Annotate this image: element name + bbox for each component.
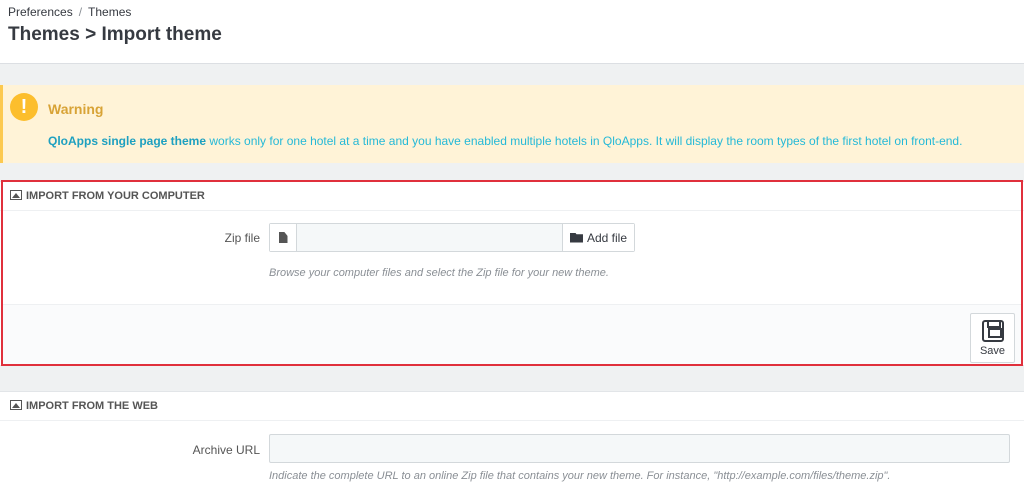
archive-url-label: Archive URL [192,443,260,457]
panel-heading-web: IMPORT FROM THE WEB [0,392,1024,421]
breadcrumb: Preferences / Themes [8,5,131,19]
picture-icon [10,190,22,200]
folder-open-icon [569,232,583,243]
alert-body-text: works only for one hotel at a time and y… [206,134,963,148]
breadcrumb-themes[interactable]: Themes [88,5,131,19]
url-help-text: Indicate the complete URL to an online Z… [269,470,891,482]
panel-footer [2,304,1022,364]
save-label: Save [979,345,1006,357]
panel-heading-computer: IMPORT FROM YOUR COMPUTER [0,182,1024,211]
exclamation-circle-icon: ! [10,93,38,121]
zip-file-label: Zip file [224,231,260,245]
add-file-button[interactable]: Add file [562,224,634,251]
zip-file-name-field[interactable] [297,224,562,251]
save-button[interactable]: Save [970,313,1015,363]
alert-bold-text: QloApps single page theme [48,134,207,148]
import-computer-heading: IMPORT FROM YOUR COMPUTER [26,190,205,202]
alert-message: QloApps single page theme works only for… [48,134,962,148]
alert-title: Warning [48,101,104,117]
zip-file-input[interactable]: Add file [269,223,635,252]
page-header: Preferences / Themes Themes > Import theme [0,0,1024,64]
breadcrumb-separator: / [78,5,83,19]
file-addon [270,224,297,251]
save-icon [981,320,1004,342]
picture-icon [10,400,22,410]
add-file-label: Add file [586,230,628,245]
file-icon [278,232,288,243]
zip-help-text: Browse your computer files and select th… [269,267,609,279]
warning-alert: ! [0,85,1024,163]
archive-url-input[interactable] [269,434,1010,463]
import-web-heading: IMPORT FROM THE WEB [26,400,158,412]
breadcrumb-preferences[interactable]: Preferences [8,5,73,19]
page-title: Themes > Import theme [8,24,222,45]
